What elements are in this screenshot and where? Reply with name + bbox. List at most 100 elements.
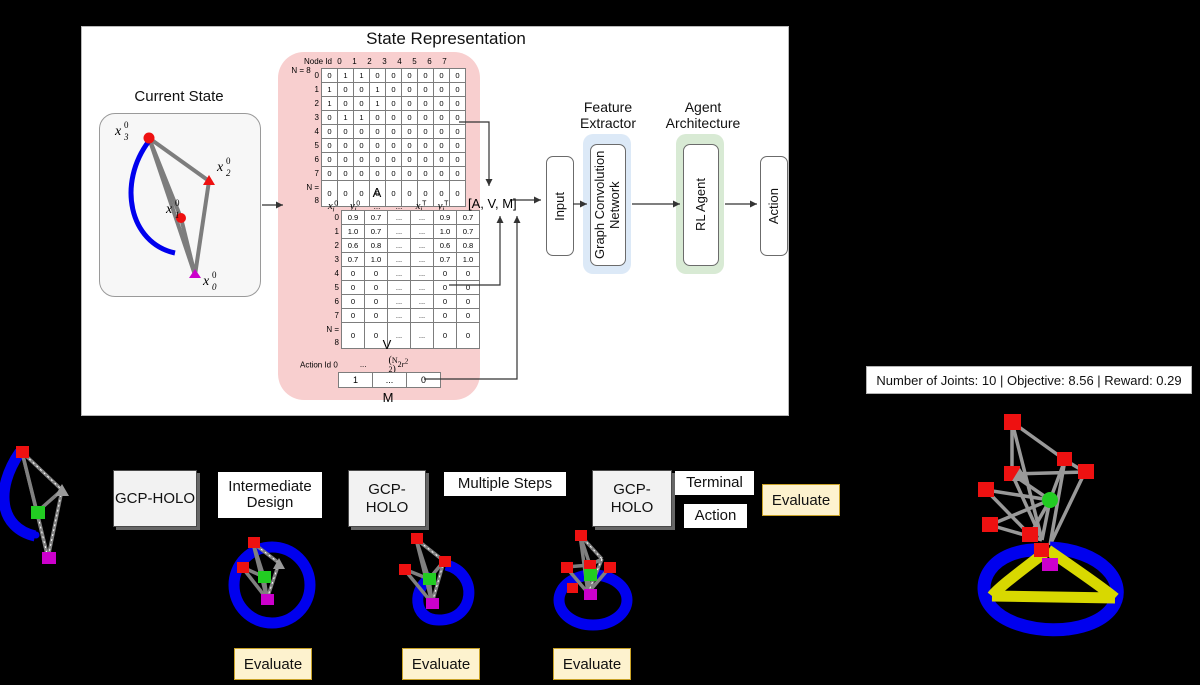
evaluate-box-2[interactable]: Evaluate (402, 648, 480, 680)
mechanism-step-2 (399, 533, 475, 626)
matrix-v-cell: 0 (433, 294, 457, 309)
matrix-a-cell: 0 (401, 96, 418, 111)
matrix-a-cell: 0 (433, 82, 450, 97)
input-box[interactable]: Input (546, 156, 574, 256)
matrix-a-col-header: 1 (352, 57, 357, 66)
matrix-a-cell: 1 (321, 82, 338, 97)
matrix-a-cell: 0 (321, 110, 338, 125)
matrix-a-cell: 0 (433, 152, 450, 167)
matrix-v-cell: 0 (341, 294, 365, 309)
input-label: Input (551, 191, 567, 221)
svg-text:0: 0 (212, 270, 217, 280)
matrix-a-cell: 0 (449, 82, 466, 97)
svg-text:0: 0 (226, 156, 231, 166)
svg-text:x: x (165, 202, 173, 217)
action-box[interactable]: Action (760, 156, 788, 256)
vector-m-header-end: (N 2) 2r2 (388, 355, 409, 375)
matrix-v-cell: ... (387, 238, 411, 253)
matrix-a-row-header: 2 (314, 99, 319, 108)
matrix-v-cell: ... (387, 224, 411, 239)
matrix-v-cell: 0.7 (364, 210, 388, 225)
matrix-a-row-header: 5 (314, 141, 319, 150)
matrix-a-cell: 0 (353, 152, 370, 167)
mechanism-step-3 (553, 530, 633, 631)
matrix-a-cell: 0 (337, 96, 354, 111)
matrix-v-cell: ... (410, 294, 434, 309)
terminal-action-label: Action (684, 504, 747, 528)
matrix-a-cell: 0 (369, 138, 386, 153)
matrix-a-cell: 0 (401, 82, 418, 97)
matrix-v-cell: 1.0 (364, 252, 388, 267)
matrix-a-cell: 0 (449, 110, 466, 125)
matrix-v-row: 7 0 0...... 0 0 (322, 308, 480, 323)
matrix-v-cell: 1.0 (456, 252, 480, 267)
action-label: Action (765, 187, 781, 225)
svg-text:x: x (216, 160, 224, 175)
matrix-v-cell: 0 (456, 308, 480, 323)
matrix-v-cell: ... (410, 308, 434, 323)
rl-agent-label: RL Agent (692, 178, 708, 232)
matrix-a-cell: 0 (385, 152, 402, 167)
matrix-a-cell: 1 (321, 96, 338, 111)
matrix-a-cell: 0 (385, 68, 402, 83)
rl-agent-box[interactable]: RL Agent (683, 144, 719, 266)
matrix-a-cell: 0 (449, 138, 466, 153)
evaluate-box-4[interactable]: Evaluate (762, 484, 840, 516)
terminal-label: Terminal (675, 471, 754, 495)
matrix-a-cell: 0 (433, 110, 450, 125)
mechanism-step-1 (228, 537, 316, 629)
matrix-v-row: 1 1.0 0.7...... 1.0 0.7 (322, 224, 480, 239)
matrix-v-cell: ... (387, 210, 411, 225)
matrix-v-cell: 0.7 (456, 210, 480, 225)
vector-m-label: M (382, 390, 394, 405)
avm-concat-label: [A, V, M] (468, 196, 517, 211)
matrix-a-cell: 0 (369, 68, 386, 83)
matrix-a-cell: 0 (433, 96, 450, 111)
matrix-a-col-header: 5 (412, 57, 417, 66)
vector-m-cell: 0 (406, 372, 441, 388)
matrix-a-row-header: 7 (314, 169, 319, 178)
matrix-v-cell: 0 (364, 308, 388, 323)
matrix-a-cell: 0 (385, 166, 402, 181)
gcp-holo-box-1[interactable]: GCP-HOLO (113, 470, 197, 527)
matrix-a-cell: 0 (369, 110, 386, 125)
matrix-a-cell: 1 (369, 96, 386, 111)
matrix-a-row-header: 3 (314, 113, 319, 122)
vector-m-cell: ... (372, 372, 407, 388)
mechanism-step-0 (0, 446, 69, 564)
matrix-v-header-row: xi0yi0......xiTyiT (322, 196, 462, 214)
matrix-v-row-header: 6 (334, 297, 339, 306)
matrix-a-cell: 0 (417, 152, 434, 167)
intermediate-design-label: Intermediate Design (218, 472, 322, 518)
matrix-v-cell: 0.8 (456, 238, 480, 253)
matrix-v-cell: ... (387, 308, 411, 323)
result-status-text: Number of Joints: 10 | Objective: 8.56 |… (876, 372, 1182, 388)
matrix-v-cell: 0.7 (456, 224, 480, 239)
matrix-a-cell: 0 (417, 124, 434, 139)
graph-convolution-network-box[interactable]: Graph Convolution Network (590, 144, 626, 266)
matrix-a-cell: 0 (321, 166, 338, 181)
matrix-a-cell: 0 (449, 124, 466, 139)
matrix-v-cell: 0 (364, 280, 388, 295)
matrix-a-cell: 0 (353, 124, 370, 139)
evaluate-box-3[interactable]: Evaluate (553, 648, 631, 680)
matrix-a-cell: 0 (417, 68, 434, 83)
matrix-a-cell: 0 (385, 110, 402, 125)
matrix-a-row: 6000000000 (302, 152, 466, 167)
matrix-a-cell: 0 (385, 82, 402, 97)
matrix-a-row: 7000000000 (302, 166, 466, 181)
matrix-a-cell: 0 (337, 166, 354, 181)
matrix-a-cell: 0 (449, 152, 466, 167)
matrix-a-cell: 0 (353, 138, 370, 153)
agent-architecture-title: Agent Architecture (665, 99, 741, 132)
matrix-v-cell: 0 (433, 280, 457, 295)
matrix-a-cell: 0 (353, 82, 370, 97)
matrix-a-cell: 0 (401, 124, 418, 139)
gcp-holo-box-3[interactable]: GCP-HOLO (592, 470, 672, 527)
matrix-v-cell: ... (410, 252, 434, 267)
evaluate-box-1[interactable]: Evaluate (234, 648, 312, 680)
gcp-holo-box-2[interactable]: GCP-HOLO (348, 470, 426, 527)
matrix-a-cell: 0 (401, 110, 418, 125)
matrix-a-cell: 1 (353, 110, 370, 125)
matrix-a-cell: 0 (385, 124, 402, 139)
